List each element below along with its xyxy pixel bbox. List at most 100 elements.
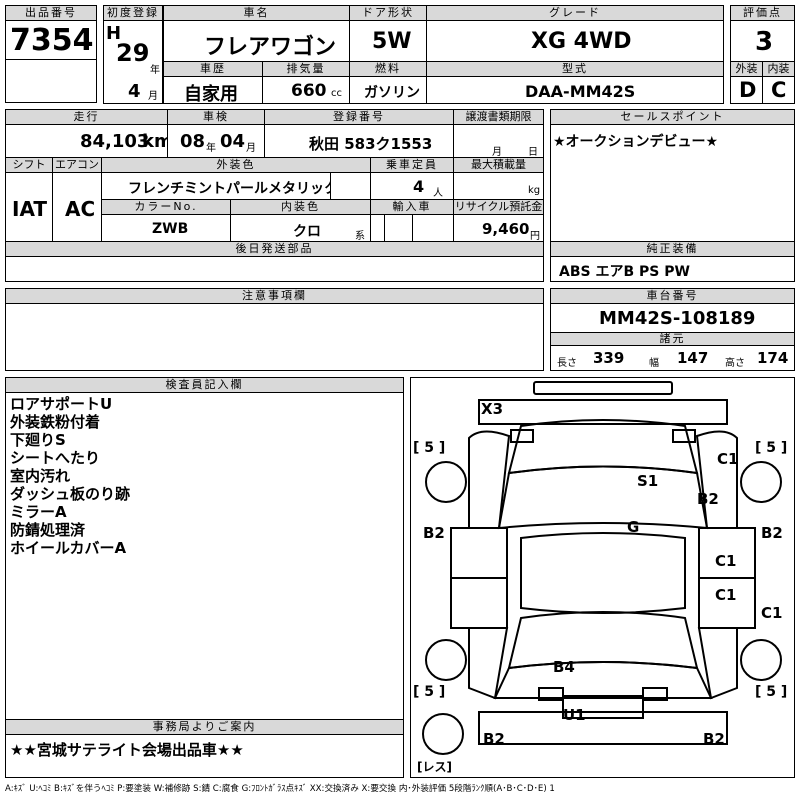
color-no-label: カラーNo.: [101, 199, 231, 215]
headlight-left-shape: [510, 429, 534, 443]
mark-b2-bottom-left: B2: [483, 730, 505, 748]
rear-body-shape: [493, 661, 713, 699]
recycle-unit: 円: [530, 231, 540, 242]
mileage-label: 走行: [5, 109, 168, 125]
lot-number: 73541: [10, 23, 96, 58]
legend: A:ｷｽﾞ U:ﾍｺﾐ B:ｷｽﾞを伴うﾍｺﾐ P:要塗装 W:補修跡 S:錆 …: [5, 784, 555, 794]
mark-b2-bottom-right: B2: [703, 730, 725, 748]
interior-color: クロ: [293, 224, 321, 240]
headlight-right-shape: [672, 429, 696, 443]
mark-b4: B4: [553, 658, 575, 676]
capacity-unit: 人: [433, 188, 443, 199]
recycle-cell: 9,460 円: [453, 214, 544, 242]
grade-label: グレード: [426, 5, 724, 21]
inspector-note: シートへたり: [10, 449, 101, 467]
interior-cell: C: [762, 76, 795, 104]
history-label: 車歴: [163, 61, 263, 77]
color-label: 外装色: [101, 157, 371, 173]
hood-shape: [507, 419, 699, 475]
right-front-fender-shape: [695, 430, 738, 529]
color-cell: フレンチミントパールメタリック: [101, 172, 331, 200]
car-name-cell: フレアワゴン: [163, 20, 350, 62]
chassis-cell: MM42S-108189: [550, 303, 795, 333]
mark-s1: S1: [637, 472, 659, 490]
inspector-note: ロアサポートU: [10, 395, 113, 413]
height: 174: [757, 349, 789, 367]
color: フレンチミントパールメタリック: [128, 181, 331, 197]
office-note: ★★宮城サテライト会場出品車★★: [10, 741, 244, 759]
fuel-label: 燃料: [349, 61, 427, 77]
office-cell: ★★宮城サテライト会場出品車★★: [5, 734, 404, 778]
history: 自家用: [184, 84, 238, 104]
interior-label: 内装: [762, 61, 795, 77]
mark-b2-left: B2: [423, 524, 445, 542]
left-rear-fender-shape: [468, 627, 509, 700]
capacity-label: 乗車定員: [370, 157, 454, 173]
import-cell-a: [370, 214, 385, 242]
chassis: MM42S-108189: [599, 308, 756, 329]
inspector-note: ミラーA: [10, 503, 67, 521]
load-unit: kg: [528, 185, 541, 196]
shift-cell: IAT: [5, 172, 53, 242]
left-front-fender-shape: [468, 430, 511, 529]
recycle-label: リサイクル預託金: [453, 199, 544, 215]
inspector-label: 検査員記入欄: [5, 377, 404, 393]
door: 5W: [372, 29, 412, 54]
car-name: フレアワゴン: [204, 35, 337, 60]
reg-year: 29: [116, 39, 150, 67]
inspection-cell: 08 年 04 月: [167, 124, 265, 158]
mark-u1: U1: [563, 706, 586, 724]
insp-month-unit: 月: [246, 143, 256, 154]
mark-c1-right-rear: C1: [761, 604, 783, 622]
genuine: ABS エアB PS PW: [559, 264, 690, 280]
transfer-cell: 月 日: [453, 124, 544, 158]
interior-color-label: 内装色: [230, 199, 371, 215]
import-cell-b: [384, 214, 413, 242]
import-cell-c: [412, 214, 454, 242]
import-label: 輸入車: [370, 199, 454, 215]
exterior-cell: D: [730, 76, 763, 104]
fuel: ガソリン: [364, 85, 420, 101]
mark-c1-front-right: C1: [717, 450, 739, 468]
mark-c1-right-door: C1: [715, 552, 737, 570]
first-reg-cell: H 29 年 4 月: [103, 20, 163, 104]
plate: 秋田 583ク1553: [309, 135, 433, 153]
interior: C: [771, 78, 787, 102]
interior-color-unit: 系: [355, 231, 365, 242]
left-rear-door-shape: [450, 577, 508, 629]
sales-point: ★オークションデビュー★: [553, 134, 719, 150]
tire-front-right: [ 5 ]: [755, 440, 788, 456]
lot-blank-cell: [5, 59, 97, 103]
color-no: ZWB: [152, 221, 189, 237]
sales-point-label: セールスポイント: [550, 109, 795, 125]
inspection-label: 車検: [167, 109, 265, 125]
aircon-cell: AC: [52, 172, 102, 242]
mark-b2-front-right: B2: [697, 490, 719, 508]
mileage-cell: 84,103 km: [5, 124, 168, 158]
insp-month: 04: [220, 131, 246, 152]
later-parts-label: 後日発送部品: [5, 241, 544, 257]
plate-label: 登録番号: [264, 109, 454, 125]
mark-x3: X3: [481, 400, 504, 418]
car-name-label: 車名: [163, 5, 350, 21]
month-unit: 月: [148, 91, 158, 102]
transfer-day-unit: 日: [528, 147, 538, 158]
genuine-cell: ABS エアB PS PW: [550, 256, 795, 282]
displacement: 660: [291, 81, 327, 101]
front-right-wheel-shape: [740, 461, 782, 503]
inspector-notes: ロアサポートU 外装鉄粉付着 下廻りS シートへたり 室内汚れ ダッシュ板のり跡…: [5, 392, 404, 720]
transfer-month-unit: 月: [492, 147, 502, 158]
color-no-cell: ZWB: [101, 214, 231, 242]
insp-year-unit: 年: [206, 143, 216, 154]
right-rear-fender-shape: [697, 627, 738, 700]
rear-window-shape: [507, 611, 699, 670]
model: DAA-MM42S: [525, 82, 636, 101]
inspector-note: 下廻りS: [10, 431, 66, 449]
exterior-label: 外装: [730, 61, 763, 77]
insp-year: 08: [180, 131, 206, 152]
model-cell: DAA-MM42S: [426, 76, 724, 104]
capacity: 4: [413, 177, 425, 196]
load-label: 最大積載量: [453, 157, 544, 173]
roof-spoiler-shape: [533, 381, 673, 395]
width-label: 幅: [649, 358, 659, 369]
